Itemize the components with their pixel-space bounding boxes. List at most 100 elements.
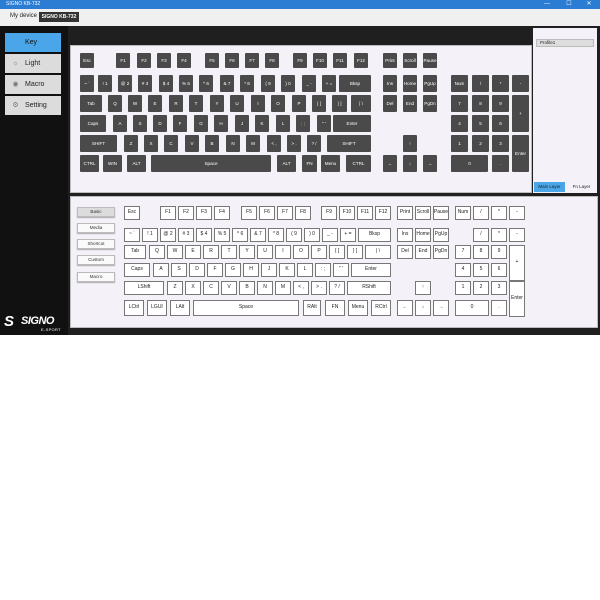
category-media[interactable]: Media bbox=[77, 223, 115, 233]
picker-key-lalt[interactable]: LAlt bbox=[170, 300, 190, 316]
category-custom[interactable]: Custom bbox=[77, 255, 115, 265]
picker-key-0[interactable]: 0 bbox=[455, 300, 489, 316]
picker-key-f6[interactable]: F6 bbox=[259, 206, 275, 220]
picker-key-lgui[interactable]: LGUI bbox=[147, 300, 167, 316]
key-8[interactable]: 8 bbox=[472, 95, 489, 112]
picker-key-f7[interactable]: F7 bbox=[277, 206, 293, 220]
key-f3[interactable]: F3 bbox=[157, 53, 171, 68]
key-caps[interactable]: Caps bbox=[80, 115, 106, 132]
picker-key-menu[interactable]: Menu bbox=[348, 300, 368, 316]
key-g[interactable]: G bbox=[194, 115, 208, 132]
key-0[interactable]: 0 bbox=[451, 155, 488, 172]
picker-key-d[interactable]: D bbox=[189, 263, 205, 277]
key-home[interactable]: Home bbox=[403, 75, 417, 92]
picker-key-symbol[interactable]: → bbox=[433, 300, 449, 316]
key-5[interactable]: 5 bbox=[472, 115, 489, 132]
key-y[interactable]: Y bbox=[210, 95, 224, 112]
key-pgdn[interactable]: PgDn bbox=[423, 95, 437, 112]
picker-key-symbol[interactable]: ↑ bbox=[415, 281, 431, 295]
picker-key-symbol[interactable]: _ - bbox=[322, 228, 338, 242]
key-8[interactable]: * 8 bbox=[240, 75, 254, 92]
key-v[interactable]: V bbox=[185, 135, 199, 152]
key-symbol[interactable]: ← bbox=[383, 155, 397, 172]
key-win[interactable]: WIN bbox=[103, 155, 122, 172]
key-fn[interactable]: FN bbox=[302, 155, 317, 172]
sidebar-item-setting[interactable]: ⚙ Setting bbox=[5, 96, 61, 115]
key-j[interactable]: J bbox=[235, 115, 249, 132]
picker-key-f11[interactable]: F11 bbox=[357, 206, 373, 220]
key-num[interactable]: Num bbox=[451, 75, 468, 92]
key-ctrl[interactable]: CTRL bbox=[346, 155, 371, 172]
picker-key-ins[interactable]: Ins bbox=[397, 228, 413, 242]
key-c[interactable]: C bbox=[164, 135, 178, 152]
key-symbol[interactable]: ↓ bbox=[403, 155, 417, 172]
key-r[interactable]: R bbox=[169, 95, 183, 112]
key-7[interactable]: & 7 bbox=[220, 75, 234, 92]
picker-key-7[interactable]: & 7 bbox=[250, 228, 266, 242]
picker-key-pgup[interactable]: PgUp bbox=[433, 228, 449, 242]
category-basic[interactable]: Basic bbox=[77, 207, 115, 217]
picker-key-enter[interactable]: Enter bbox=[509, 281, 525, 317]
picker-key-o[interactable]: O bbox=[293, 245, 309, 259]
key-symbol[interactable]: ? / bbox=[307, 135, 321, 152]
picker-key-symbol[interactable]: } ] bbox=[347, 245, 363, 259]
picker-key-symbol[interactable]: : ; bbox=[315, 263, 331, 277]
key-5[interactable]: % 5 bbox=[179, 75, 193, 92]
picker-key-f1[interactable]: F1 bbox=[160, 206, 176, 220]
key-tab[interactable]: Tab bbox=[80, 95, 102, 112]
picker-key-symbol[interactable]: * bbox=[491, 206, 507, 220]
picker-key-del[interactable]: Del bbox=[397, 245, 413, 259]
key-print[interactable]: Print bbox=[383, 53, 397, 68]
picker-key-6[interactable]: ^ 6 bbox=[232, 228, 248, 242]
picker-key-2[interactable]: @ 2 bbox=[160, 228, 176, 242]
picker-key-symbol[interactable]: > . bbox=[311, 281, 327, 295]
picker-key-a[interactable]: A bbox=[153, 263, 169, 277]
picker-key-r[interactable]: R bbox=[203, 245, 219, 259]
key-f7[interactable]: F7 bbox=[245, 53, 259, 68]
picker-key-8[interactable]: 8 bbox=[473, 245, 489, 259]
key-symbol[interactable]: ↑ bbox=[403, 135, 417, 152]
key-ctrl[interactable]: CTRL bbox=[80, 155, 99, 172]
key-w[interactable]: W bbox=[128, 95, 142, 112]
picker-key-symbol[interactable]: ↓ bbox=[415, 300, 431, 316]
key-t[interactable]: T bbox=[189, 95, 203, 112]
picker-key-pgdn[interactable]: PgDn bbox=[433, 245, 449, 259]
picker-key-f3[interactable]: F3 bbox=[196, 206, 212, 220]
key-symbol[interactable]: * bbox=[492, 75, 509, 92]
key-symbol[interactable]: : ; bbox=[296, 115, 310, 132]
picker-key-tab[interactable]: Tab bbox=[124, 245, 146, 259]
picker-key-2[interactable]: 2 bbox=[473, 281, 489, 295]
picker-key-f12[interactable]: F12 bbox=[375, 206, 391, 220]
picker-key-rshift[interactable]: RShift bbox=[347, 281, 391, 295]
key-symbol[interactable]: " ' bbox=[317, 115, 331, 132]
key-2[interactable]: @ 2 bbox=[118, 75, 132, 92]
key-pgup[interactable]: PgUp bbox=[423, 75, 437, 92]
picker-key-fn[interactable]: FN bbox=[325, 300, 345, 316]
device-tab[interactable]: SIGNO KB-732 bbox=[39, 12, 79, 22]
picker-key-end[interactable]: End bbox=[415, 245, 431, 259]
key-x[interactable]: X bbox=[144, 135, 158, 152]
picker-key-m[interactable]: M bbox=[275, 281, 291, 295]
picker-key-p[interactable]: P bbox=[311, 245, 327, 259]
key-p[interactable]: P bbox=[292, 95, 306, 112]
key-shift[interactable]: SHIFT bbox=[80, 135, 117, 152]
key-q[interactable]: Q bbox=[108, 95, 122, 112]
picker-key-6[interactable]: 6 bbox=[491, 263, 507, 277]
key-n[interactable]: N bbox=[226, 135, 240, 152]
key-b[interactable]: B bbox=[205, 135, 219, 152]
key-f9[interactable]: F9 bbox=[293, 53, 307, 68]
key-f5[interactable]: F5 bbox=[205, 53, 219, 68]
picker-key-9[interactable]: ( 9 bbox=[286, 228, 302, 242]
picker-key-8[interactable]: * 8 bbox=[268, 228, 284, 242]
picker-key-t[interactable]: T bbox=[221, 245, 237, 259]
key-space[interactable]: Space bbox=[151, 155, 271, 172]
key-4[interactable]: $ 4 bbox=[159, 75, 173, 92]
picker-key-f4[interactable]: F4 bbox=[214, 206, 230, 220]
picker-key-symbol[interactable]: / bbox=[473, 228, 489, 242]
picker-key-w[interactable]: W bbox=[167, 245, 183, 259]
close-icon[interactable]: ✕ bbox=[584, 0, 594, 9]
picker-key-9[interactable]: 9 bbox=[491, 245, 507, 259]
category-shortcut[interactable]: Shortcut bbox=[77, 239, 115, 249]
key-3[interactable]: # 3 bbox=[138, 75, 152, 92]
my-device-label[interactable]: My device bbox=[10, 13, 37, 19]
